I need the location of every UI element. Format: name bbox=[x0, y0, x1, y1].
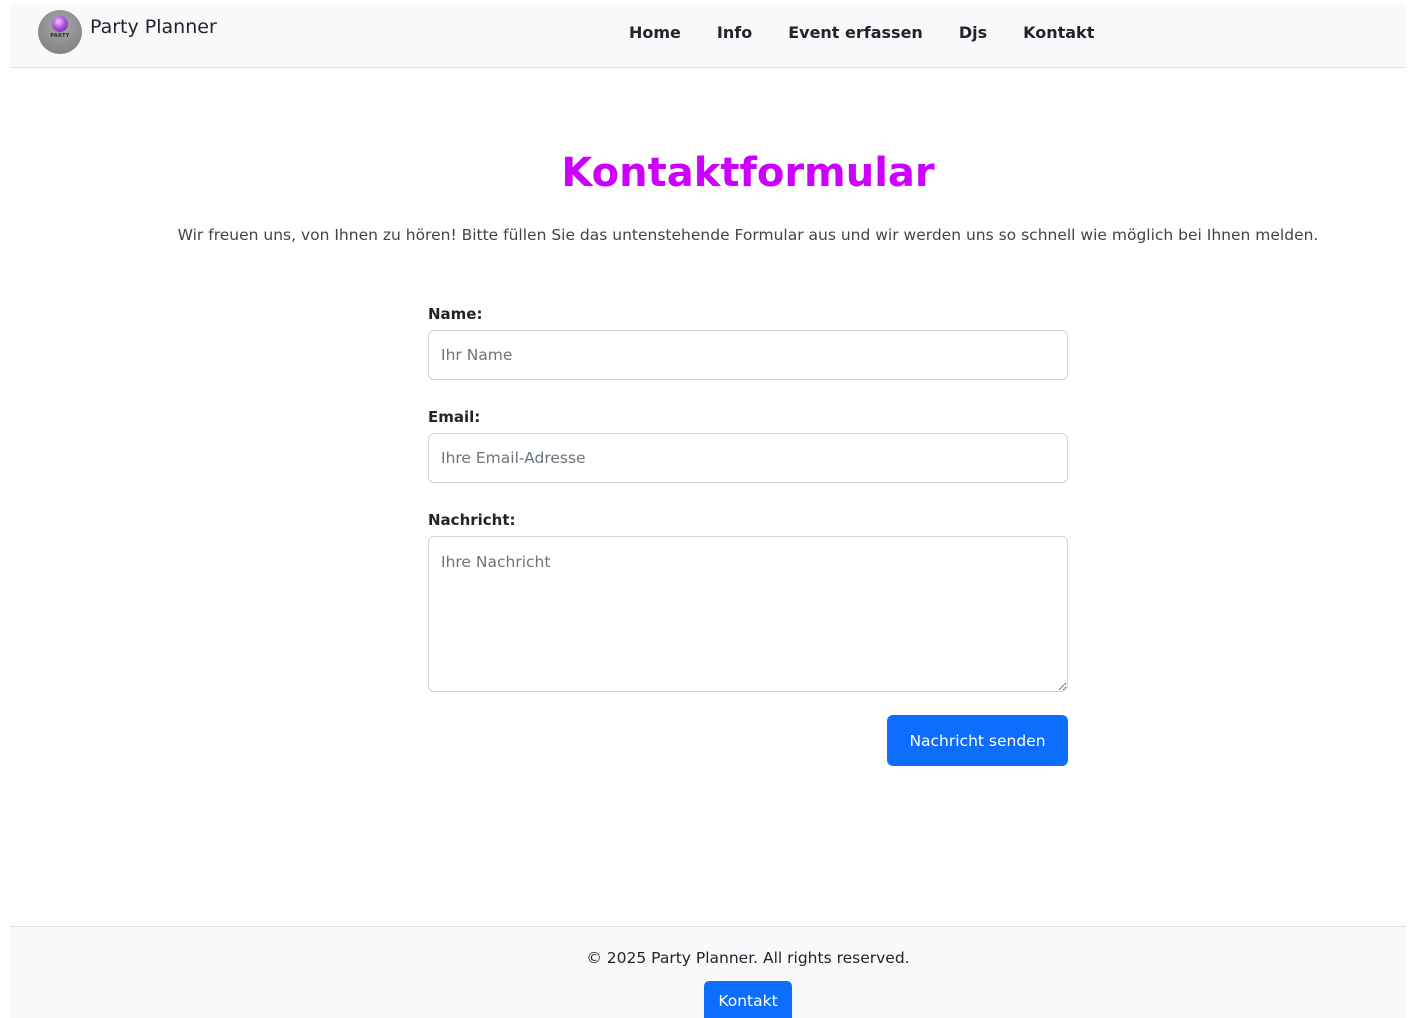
intro-text: Wir freuen uns, von Ihnen zu hören! Bitt… bbox=[177, 226, 1319, 244]
page-title: Kontaktformular bbox=[561, 150, 935, 196]
name-group: Name: bbox=[428, 300, 1068, 380]
navbar: PARTY Party Planner Home Info Event erfa… bbox=[10, 4, 1406, 68]
message-group: Nachricht: bbox=[428, 506, 1068, 697]
nav-link-event-erfassen[interactable]: Event erfassen bbox=[788, 23, 923, 42]
name-label: Name: bbox=[428, 305, 483, 323]
nav-menu: Home Info Event erfassen Djs Kontakt bbox=[629, 4, 1094, 60]
party-logo-icon: PARTY bbox=[38, 10, 82, 54]
email-input[interactable] bbox=[428, 433, 1068, 483]
nav-link-kontakt[interactable]: Kontakt bbox=[1023, 23, 1094, 42]
nav-link-home[interactable]: Home bbox=[629, 23, 681, 42]
email-group: Email: bbox=[428, 403, 1068, 483]
brand-link[interactable]: PARTY Party Planner bbox=[38, 10, 217, 54]
copyright-text: © 2025 Party Planner. All rights reserve… bbox=[586, 949, 910, 967]
message-label: Nachricht: bbox=[428, 511, 516, 529]
logo-text: PARTY bbox=[50, 33, 70, 39]
nav-link-info[interactable]: Info bbox=[717, 23, 752, 42]
footer: © 2025 Party Planner. All rights reserve… bbox=[10, 926, 1406, 1018]
page: PARTY Party Planner Home Info Event erfa… bbox=[0, 0, 1410, 1018]
brand-name: Party Planner bbox=[90, 16, 217, 38]
send-message-button[interactable]: Nachricht senden bbox=[887, 715, 1068, 766]
disco-ball-icon bbox=[52, 16, 68, 32]
message-textarea[interactable] bbox=[428, 536, 1068, 692]
footer-contact-button[interactable]: Kontakt bbox=[704, 981, 792, 1018]
nav-link-djs[interactable]: Djs bbox=[959, 23, 987, 42]
email-label: Email: bbox=[428, 408, 481, 426]
name-input[interactable] bbox=[428, 330, 1068, 380]
